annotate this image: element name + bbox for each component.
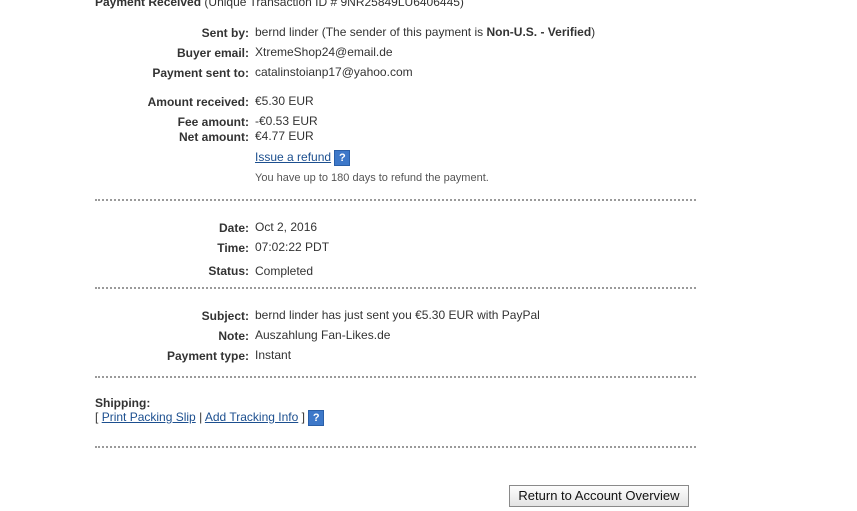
payment-sent-to-label: Payment sent to: (152, 66, 249, 80)
payment-type-value: Instant (255, 348, 292, 362)
date-label: Date: (218, 221, 249, 235)
refund-help-icon[interactable]: ? (334, 150, 351, 166)
sender-name: bernd linder (255, 25, 319, 39)
time-label: Time: (217, 241, 249, 255)
transaction-header: Payment Received (Unique Transaction ID … (95, 0, 464, 9)
note-label: Note: (218, 329, 249, 343)
return-to-account-overview-button[interactable]: Return to Account Overview (509, 485, 689, 507)
bracket-close: ] (301, 410, 305, 425)
sender-note-suffix: ) (591, 25, 596, 39)
refund-row: Issue a refund ? (255, 150, 351, 166)
net-amount-value: €4.77 EUR (255, 129, 314, 143)
subject-label: Subject: (201, 309, 249, 323)
buyer-email-label: Buyer email: (176, 46, 249, 60)
refund-note: You have up to 180 days to refund the pa… (255, 172, 489, 184)
amount-received-label: Amount received: (147, 95, 249, 109)
link-separator: | (199, 410, 203, 425)
add-tracking-info-link[interactable]: Add Tracking Info (205, 410, 298, 424)
time-value: 07:02:22 PDT (255, 240, 330, 254)
payment-type-label: Payment type: (166, 349, 249, 363)
note-value: Auszahlung Fan-Likes.de (255, 328, 391, 342)
transaction-id-prefix: (Unique Transaction ID # (204, 0, 338, 9)
net-amount-label: Net amount: (179, 130, 249, 144)
sent-by-value: bernd linder (The sender of this payment… (255, 25, 595, 39)
divider (95, 376, 696, 378)
transaction-id: 9NR25849LU6406445 (340, 0, 460, 9)
divider (95, 446, 696, 448)
fee-amount-value: -€0.53 EUR (255, 114, 318, 128)
sender-note-prefix: (The sender of this payment is (321, 25, 484, 39)
date-value: Oct 2, 2016 (255, 220, 318, 234)
buyer-email-value: XtremeShop24@email.de (255, 45, 393, 59)
divider (95, 199, 696, 201)
amount-received-value: €5.30 EUR (255, 94, 314, 108)
print-packing-slip-link[interactable]: Print Packing Slip (102, 410, 196, 424)
shipping-label: Shipping: (95, 396, 151, 410)
status-label: Status: (208, 264, 249, 278)
fee-amount-label: Fee amount: (177, 115, 249, 129)
sender-status: Non-U.S. - Verified (486, 25, 592, 39)
shipping-actions: [ Print Packing Slip | Add Tracking Info… (95, 410, 325, 426)
shipping-help-icon[interactable]: ? (308, 410, 325, 426)
sent-by-label: Sent by: (201, 26, 249, 40)
divider (95, 287, 696, 289)
payment-sent-to-value: catalinstoianp17@yahoo.com (255, 65, 413, 79)
transaction-id-suffix: ) (459, 0, 464, 9)
bracket-open: [ (95, 410, 99, 425)
page-title: Payment Received (95, 0, 202, 9)
issue-refund-link[interactable]: Issue a refund (255, 150, 331, 164)
subject-value: bernd linder has just sent you €5.30 EUR… (255, 308, 540, 322)
status-value: Completed (255, 264, 314, 278)
